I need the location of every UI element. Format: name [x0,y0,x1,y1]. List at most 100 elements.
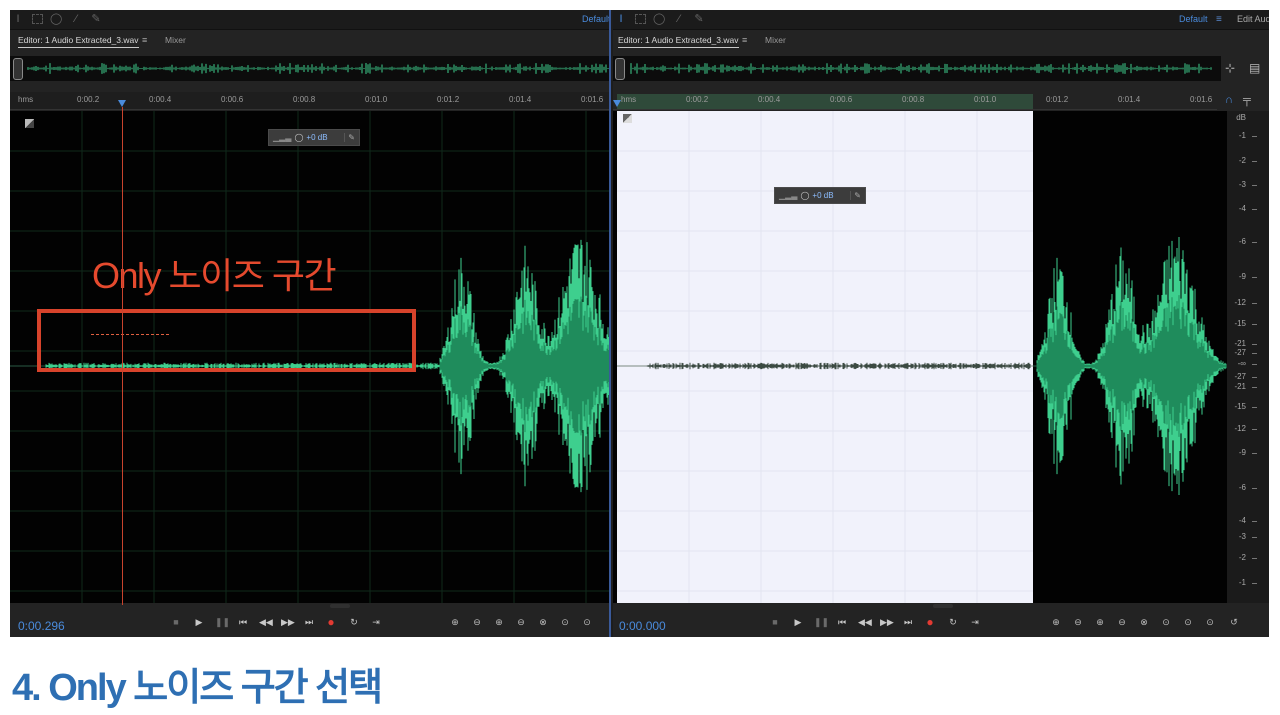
db-label: -1 [1238,578,1246,587]
record-button[interactable]: ● [924,615,936,629]
hud-gain-control[interactable]: ▁▂▃ ◯ +0 dB ✎ [268,129,360,146]
zoom-selection-icon[interactable]: ⊙ [1203,617,1217,628]
loop-playback-button[interactable]: ↻ [947,617,959,628]
snap-magnet-icon[interactable]: ∩ [1225,94,1233,106]
hud-gain-control[interactable]: ▁▂▃ ◯ +0 dB ✎ [774,187,866,204]
lasso-tool-icon[interactable]: ◯ [50,13,62,25]
pause-button[interactable]: ❚❚ [814,617,829,628]
fast-forward-button[interactable]: ▶▶ [281,617,295,628]
skip-selection-button[interactable]: ⇥ [969,617,981,628]
pin-marker-icon[interactable]: ╤ [1243,94,1251,106]
db-label: -15 [1234,402,1246,411]
zoom-out-point-icon[interactable]: ⊙ [580,617,594,628]
db-tick [1252,537,1257,538]
go-to-end-button[interactable]: ⏭ [303,617,315,628]
record-button[interactable]: ● [325,615,337,629]
tab-editor[interactable]: Editor: 1 Audio Extracted_3.wav [618,35,739,48]
waveform-overview[interactable] [613,56,1221,81]
zoom-navigator-icon[interactable]: ⊹ [1225,61,1235,75]
edit-audio-label[interactable]: Edit Audi [1237,14,1269,24]
overview-zoom-handle[interactable] [13,58,23,80]
pin-icon[interactable]: ✎ [344,133,355,142]
horizontal-scrollbar[interactable] [933,604,953,608]
db-label: -12 [1234,298,1246,307]
spot-healing-tool-icon[interactable]: ✎ [90,13,102,25]
db-label: -9 [1238,272,1246,281]
horizontal-scrollbar[interactable] [330,604,350,608]
zoom-out-time-icon[interactable]: ⊖ [1115,617,1129,628]
left-transport-bar: 0:00.296 ■ ▶ ❚❚ ⏮ ◀◀ ▶▶ ⏭ ● ↻ ⇥ ⊕ ⊖ ⊕ ⊖ … [10,610,609,637]
volume-knob-icon[interactable]: ◯ [294,133,303,142]
skip-selection-button[interactable]: ⇥ [370,617,382,628]
timecode-display[interactable]: 0:00.000 [619,619,666,633]
overview-zoom-handle[interactable] [615,58,625,80]
go-to-end-button[interactable]: ⏭ [902,617,914,628]
db-label: -21 [1234,339,1246,348]
workspace-menu-icon[interactable]: ≡ [1216,14,1222,25]
overview-waveform [27,63,609,74]
timecode-display[interactable]: 0:00.296 [18,619,65,633]
volume-knob-icon[interactable]: ◯ [800,191,809,200]
workspace-default[interactable]: Default [1179,14,1208,24]
tab-mixer[interactable]: Mixer [165,35,186,45]
playhead-line[interactable] [122,107,123,605]
zoom-in-point-icon[interactable]: ⊙ [558,617,572,628]
level-bars-icon: ▁▂▃ [273,133,292,142]
zoom-out-full-icon[interactable]: ⊗ [536,617,550,628]
brush-tool-icon[interactable]: ⁄ [673,13,685,25]
pause-button[interactable]: ❚❚ [215,617,230,628]
zoom-reset-icon[interactable]: ↺ [1227,617,1241,628]
play-button[interactable]: ▶ [792,617,804,628]
ruler-tick: 0:01.2 [1046,95,1069,104]
clip-corner-icon[interactable] [623,114,632,123]
clip-corner-icon[interactable] [25,119,34,128]
ruler-tick: 0:01.4 [1118,95,1141,104]
db-tick [1252,453,1257,454]
rewind-button[interactable]: ◀◀ [259,617,273,628]
rewind-button[interactable]: ◀◀ [858,617,872,628]
marquee-tool-icon[interactable] [32,14,43,24]
db-label: -21 [1234,382,1246,391]
tab-menu-icon[interactable]: ≡ [142,35,147,45]
channel-menu-icon[interactable]: ▤ [1249,61,1260,75]
pin-icon[interactable]: ✎ [850,191,861,200]
zoom-out-amplitude-icon[interactable]: ⊖ [1071,617,1085,628]
zoom-out-time-icon[interactable]: ⊖ [514,617,528,628]
stop-button[interactable]: ■ [170,617,182,627]
tab-menu-icon[interactable]: ≡ [742,35,747,45]
marquee-tool-icon[interactable] [635,14,646,24]
zoom-out-point-icon[interactable]: ⊙ [1181,617,1195,628]
go-to-start-button[interactable]: ⏮ [237,617,249,628]
db-label: -1 [1238,131,1246,140]
spot-healing-tool-icon[interactable]: ✎ [693,13,705,25]
stop-button[interactable]: ■ [769,617,781,627]
db-label: -12 [1234,424,1246,433]
zoom-out-amplitude-icon[interactable]: ⊖ [470,617,484,628]
waveform-overview[interactable] [10,56,609,81]
go-to-start-button[interactable]: ⏮ [836,617,848,628]
playhead-marker[interactable] [118,100,126,107]
db-scale[interactable]: dB -1 -2 -3 -4 -6 -9 -12 -15 -21 -27 -∞ -27 -21 -15 -1… [1227,111,1269,603]
lasso-tool-icon[interactable]: ◯ [653,13,665,25]
loop-playback-button[interactable]: ↻ [348,617,360,628]
time-selection-tool-icon[interactable]: I [615,13,627,25]
zoom-in-time-icon[interactable]: ⊕ [492,617,506,628]
screenshot-area: I ◯ ⁄ ✎ Default Editor: 1 Audio Extracte… [10,10,1269,637]
zoom-in-amplitude-icon[interactable]: ⊕ [1049,617,1063,628]
time-selection-tool-icon[interactable]: I [12,13,24,25]
workspace-default[interactable]: Default [582,14,609,24]
fast-forward-button[interactable]: ▶▶ [880,617,894,628]
playhead-marker[interactable] [613,100,621,107]
tab-mixer[interactable]: Mixer [765,35,786,45]
time-ruler[interactable]: hms 0:00.2 0:00.4 0:00.6 0:00.8 0:01.0 0… [10,92,609,110]
db-tick [1252,242,1257,243]
zoom-in-time-icon[interactable]: ⊕ [1093,617,1107,628]
zoom-in-amplitude-icon[interactable]: ⊕ [448,617,462,628]
play-button[interactable]: ▶ [193,617,205,628]
zoom-in-point-icon[interactable]: ⊙ [1159,617,1173,628]
brush-tool-icon[interactable]: ⁄ [70,13,82,25]
zoom-out-full-icon[interactable]: ⊗ [1137,617,1151,628]
tab-editor[interactable]: Editor: 1 Audio Extracted_3.wav [18,35,139,48]
waveform-canvas[interactable]: ▁▂▃ ◯ +0 dB ✎ [613,111,1227,603]
time-ruler[interactable]: hms 0:00.2 0:00.4 0:00.6 0:00.8 0:01.0 0… [613,92,1217,110]
